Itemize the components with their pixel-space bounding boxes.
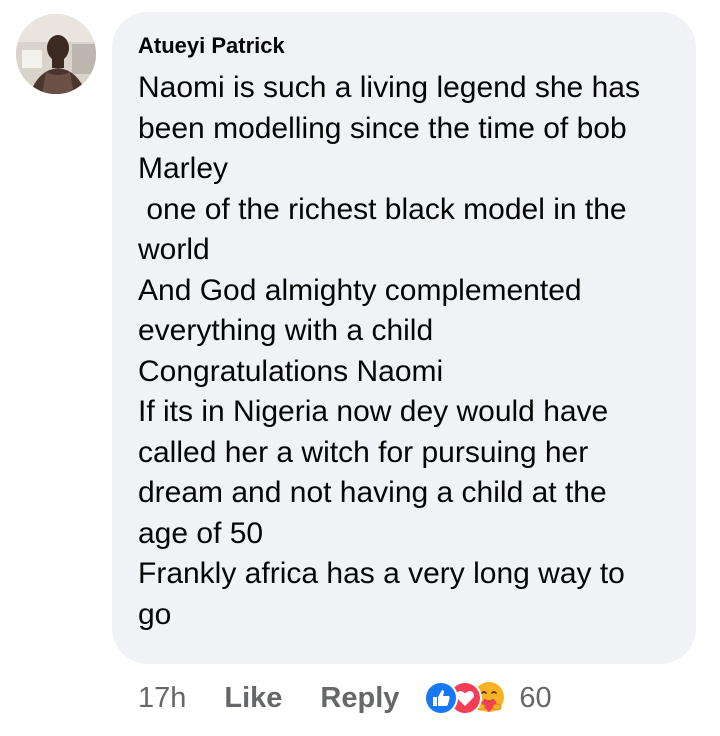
like-reaction-icon [424,681,459,715]
comment-text-line: age of 50 [138,516,264,550]
comment-text-line: one of the richest black model in the [138,192,627,226]
comment-text-line: dream and not having a child at the [138,476,607,509]
comment-actions: 17h Like Reply 60 [138,676,552,720]
comment-text-line: go [138,597,172,631]
comment-bubble: Atueyi Patrick Naomi is such a living le… [112,12,696,664]
comment-text-line: world [138,233,210,266]
comment-text-line: And God almighty complemented [138,273,582,307]
comment-text-line: Frankly africa has a very long way to [138,557,625,590]
reply-button[interactable]: Reply [320,682,399,715]
comment-timestamp[interactable]: 17h [138,682,186,715]
comment-text-line: If its in Nigeria now dey would have [138,395,609,428]
avatar-photo [16,14,96,94]
comment-text-line: been modelling since the time of bob [138,111,627,145]
comment-author[interactable]: Atueyi Patrick [138,32,670,60]
avatar[interactable] [16,14,96,94]
comment-text-line: Marley [138,152,229,185]
reaction-icons [423,680,513,716]
comment-text-line: Congratulations Naomi [138,354,444,388]
comment-text-line: everything with a child [138,314,434,347]
like-button[interactable]: Like [224,682,282,715]
reactions-summary[interactable]: 60 [423,680,552,716]
comment-text-line: called her a witch for pursuing her [138,435,589,469]
comment-body: Naomi is such a living legend she has bee… [138,68,670,635]
reaction-count: 60 [519,681,552,714]
comment-text-line: Naomi is such a living legend she has [138,71,640,104]
